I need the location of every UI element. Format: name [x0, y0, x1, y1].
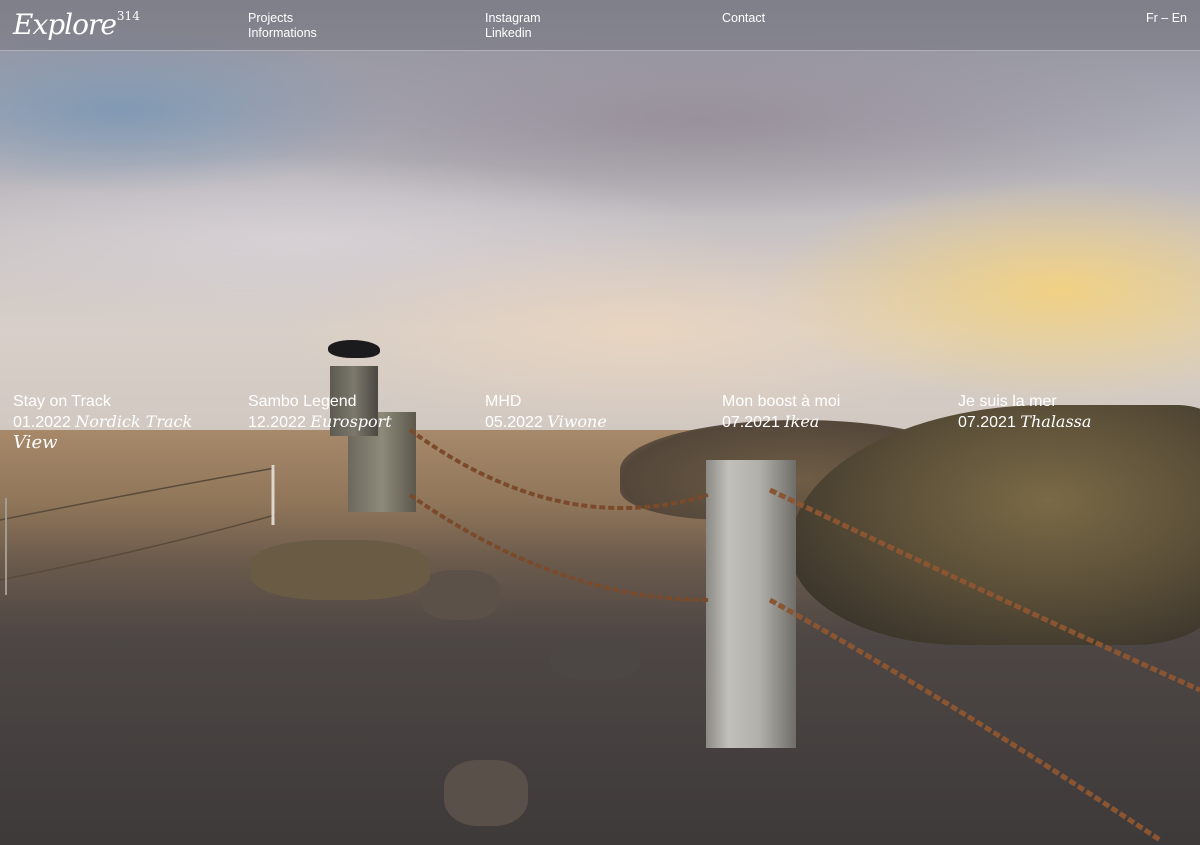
nav-group-main: Projects Informations: [248, 11, 317, 41]
project-client: Nordick Track: [75, 412, 193, 431]
nav-group-social: Instagram Linkedin: [485, 11, 541, 41]
project-date: 01.2022: [13, 414, 71, 431]
project-client: Thalassa: [1020, 412, 1092, 431]
header-bar: [0, 0, 1200, 51]
language-switcher: Fr – En: [1146, 11, 1187, 25]
project-item-mhd[interactable]: MHD 05.2022 Viwone: [485, 392, 705, 433]
project-meta: 05.2022 Viwone: [485, 411, 705, 433]
project-meta: 12.2022 Eurosport: [248, 411, 468, 433]
project-meta: 07.2021 Ikea: [722, 411, 942, 433]
project-client: Ikea: [784, 412, 820, 431]
lang-fr-link[interactable]: Fr: [1146, 11, 1158, 25]
nav-link-projects[interactable]: Projects: [248, 11, 317, 26]
project-client: Eurosport: [310, 412, 392, 431]
project-date: 07.2021: [958, 414, 1016, 431]
project-title: Sambo Legend: [248, 393, 357, 410]
project-item-mon-boost-a-moi[interactable]: Mon boost à moi 07.2021 Ikea: [722, 392, 942, 433]
project-meta: 07.2021 Thalassa: [958, 411, 1178, 433]
site-logo[interactable]: Explore314: [13, 8, 140, 41]
nav-group-contact: Contact: [722, 11, 765, 26]
project-item-sambo-legend[interactable]: Sambo Legend 12.2022 Eurosport: [248, 392, 468, 433]
logo-text: Explore: [13, 8, 117, 41]
view-project-link[interactable]: View: [13, 432, 58, 453]
project-title: Je suis la mer: [958, 393, 1057, 410]
project-date: 12.2022: [248, 414, 306, 431]
nav-link-contact[interactable]: Contact: [722, 11, 765, 26]
project-title: Mon boost à moi: [722, 393, 841, 410]
lang-en-link[interactable]: En: [1172, 11, 1187, 25]
project-item-je-suis-la-mer[interactable]: Je suis la mer 07.2021 Thalassa: [958, 392, 1178, 433]
project-date: 05.2022: [485, 414, 543, 431]
nav-link-instagram[interactable]: Instagram: [485, 11, 541, 26]
nav-link-linkedin[interactable]: Linkedin: [485, 26, 541, 41]
project-item-stay-on-track[interactable]: Stay on Track 01.2022 Nordick Track: [13, 392, 233, 433]
project-client: Viwone: [547, 412, 607, 431]
lang-separator: –: [1157, 11, 1172, 25]
nav-link-informations[interactable]: Informations: [248, 26, 317, 41]
logo-superscript: 314: [116, 9, 140, 23]
project-title: MHD: [485, 393, 522, 410]
project-meta: 01.2022 Nordick Track: [13, 411, 233, 433]
project-title: Stay on Track: [13, 393, 111, 410]
project-date: 07.2021: [722, 414, 780, 431]
